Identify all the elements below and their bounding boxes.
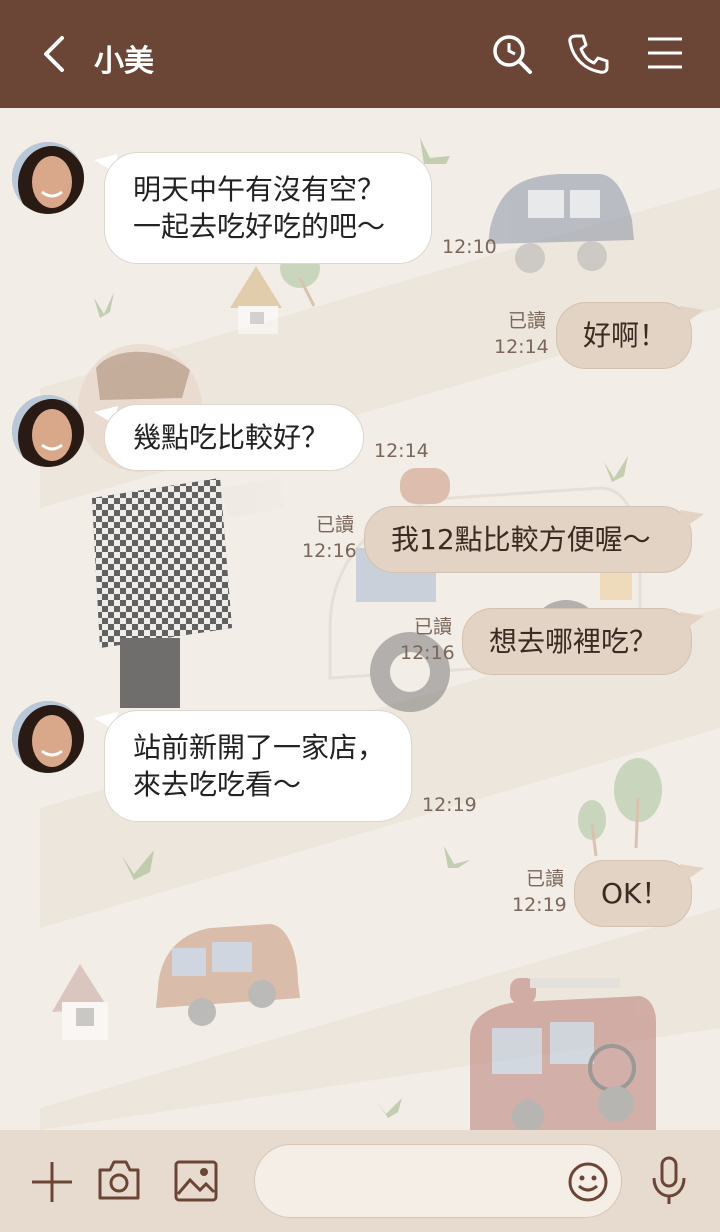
chat-header: 小美 — [0, 0, 720, 108]
message-time: 12:19 — [422, 794, 477, 816]
bubble-tail — [680, 864, 704, 882]
plus-icon[interactable] — [30, 1160, 74, 1204]
read-label: 已讀 — [413, 616, 452, 638]
message-bubble-incoming[interactable]: 明天中午有沒有空？ 一起去吃好吃的吧～ — [104, 152, 432, 264]
message-bubble-outgoing[interactable]: 想去哪裡吃？ — [462, 608, 692, 675]
message-bubble-outgoing[interactable]: OK！ — [574, 860, 692, 927]
microphone-icon[interactable] — [650, 1156, 688, 1206]
message-bubble-incoming[interactable]: 幾點吃比較好？ — [104, 404, 364, 471]
read-label: 已讀 — [507, 310, 546, 332]
read-receipt: 已讀 12:16 — [302, 512, 357, 564]
read-receipt: 已讀 12:19 — [512, 866, 567, 918]
bubble-tail — [680, 510, 704, 528]
search-icon[interactable] — [490, 32, 534, 76]
contact-name: 小美 — [94, 44, 154, 79]
phone-icon[interactable] — [566, 32, 610, 76]
back-icon[interactable] — [36, 34, 72, 74]
read-label: 已讀 — [525, 868, 564, 890]
image-icon[interactable] — [174, 1160, 218, 1202]
message-input-field[interactable] — [254, 1144, 622, 1218]
bubble-tail — [680, 306, 704, 324]
contact-avatar[interactable] — [12, 395, 84, 467]
message-time: 12:14 — [494, 336, 549, 358]
message-bubble-outgoing[interactable]: 我12點比較方便喔～ — [364, 506, 692, 573]
message-bubble-incoming[interactable]: 站前新開了一家店， 來去吃吃看～ — [104, 710, 412, 822]
menu-icon[interactable] — [646, 36, 684, 70]
input-bar — [0, 1130, 720, 1232]
contact-avatar[interactable] — [12, 142, 84, 214]
contact-avatar[interactable] — [12, 701, 84, 773]
read-receipt: 已讀 12:16 — [400, 614, 455, 666]
read-receipt: 已讀 12:14 — [494, 308, 549, 360]
smiley-icon[interactable] — [567, 1161, 609, 1203]
message-bubble-outgoing[interactable]: 好啊！ — [556, 302, 692, 369]
message-time: 12:19 — [512, 894, 567, 916]
camera-icon[interactable] — [96, 1158, 142, 1202]
message-input[interactable] — [279, 1145, 569, 1217]
message-time: 12:10 — [442, 236, 497, 258]
bubble-tail — [680, 612, 704, 630]
message-time: 12:16 — [400, 642, 455, 664]
message-time: 12:14 — [374, 440, 429, 462]
message-time: 12:16 — [302, 540, 357, 562]
read-label: 已讀 — [315, 514, 354, 536]
